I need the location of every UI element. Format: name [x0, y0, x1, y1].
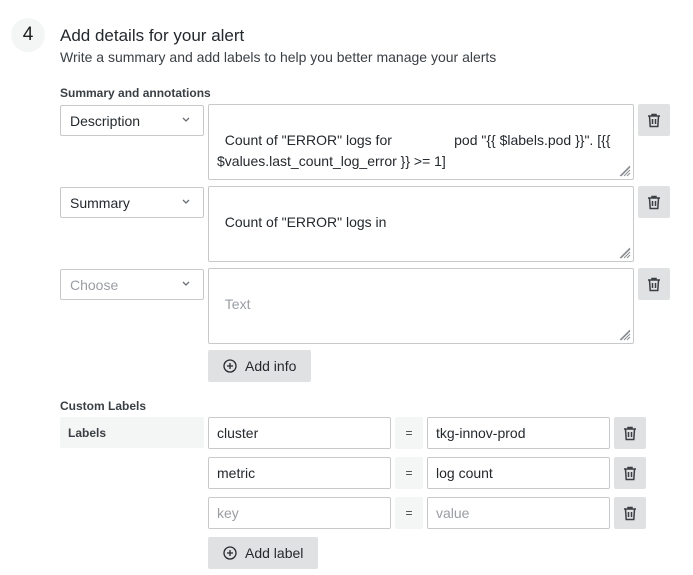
section-subtitle: Write a summary and add labels to help y…	[60, 49, 497, 65]
chevron-down-icon	[182, 117, 190, 122]
label-value-input[interactable]: tkg-innov-prod	[427, 417, 610, 449]
resize-grip-icon[interactable]	[619, 165, 631, 177]
chevron-down-icon	[182, 281, 190, 286]
equals-operator: =	[395, 417, 423, 449]
annotation-key-placeholder: Choose	[70, 276, 119, 293]
annotation-value-textarea[interactable]: Count of "ERROR" logs for pod "{{ $label…	[208, 104, 634, 180]
labels-tag: Labels	[60, 417, 204, 448]
resize-grip-icon[interactable]	[619, 247, 631, 259]
annotation-key-select[interactable]: Description	[60, 105, 204, 136]
annotation-key-select[interactable]: Choose	[60, 269, 204, 300]
annotations-section-label: Summary and annotations	[60, 86, 211, 100]
delete-label-button[interactable]	[614, 497, 646, 529]
delete-annotation-button[interactable]	[638, 186, 670, 218]
add-info-button[interactable]: Add info	[208, 350, 312, 382]
annotation-value-placeholder: Text	[224, 296, 251, 312]
delete-annotation-button[interactable]	[638, 104, 670, 136]
label-key-input[interactable]: metric	[208, 457, 391, 489]
add-info-label: Add info	[245, 358, 297, 374]
annotation-key-value: Summary	[70, 194, 130, 211]
equals-operator: =	[395, 497, 423, 529]
trash-icon	[648, 195, 660, 209]
delete-label-button[interactable]	[614, 417, 646, 449]
label-value-input[interactable]: log count	[427, 457, 610, 489]
annotation-value-text: Count of "ERROR" logs in	[224, 214, 387, 230]
annotation-value-textarea[interactable]: Count of "ERROR" logs in	[208, 186, 634, 262]
delete-annotation-button[interactable]	[638, 268, 670, 300]
add-label-label: Add label	[245, 545, 304, 561]
annotation-key-select[interactable]: Summary	[60, 187, 204, 218]
trash-icon	[624, 426, 636, 440]
add-label-button[interactable]: Add label	[208, 537, 319, 569]
chevron-down-icon	[182, 199, 190, 204]
trash-icon	[648, 113, 660, 127]
plus-circle-icon	[223, 359, 237, 373]
trash-icon	[624, 506, 636, 520]
step-number-badge: 4	[11, 18, 45, 52]
delete-label-button[interactable]	[614, 457, 646, 489]
resize-grip-icon[interactable]	[619, 329, 631, 341]
section-title: Add details for your alert	[60, 26, 245, 45]
trash-icon	[648, 277, 660, 291]
custom-labels-section-label: Custom Labels	[60, 399, 147, 413]
plus-circle-icon	[223, 546, 237, 560]
label-key-input[interactable]: cluster	[208, 417, 391, 449]
annotation-key-value: Description	[70, 112, 141, 129]
annotation-value-textarea[interactable]: Text	[208, 268, 634, 344]
annotation-value-text: Count of "ERROR" logs for pod "{{ $label…	[217, 132, 615, 169]
equals-operator: =	[395, 457, 423, 489]
trash-icon	[624, 466, 636, 480]
label-key-input[interactable]: key	[208, 497, 391, 529]
label-value-input[interactable]: value	[427, 497, 610, 529]
